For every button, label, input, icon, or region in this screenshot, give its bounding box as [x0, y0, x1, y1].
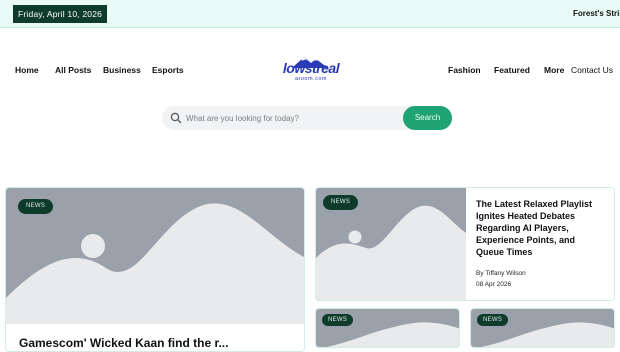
article-author[interactable]: By Tiffany Wilson	[476, 270, 526, 277]
nav-featured[interactable]: Featured	[494, 65, 530, 75]
date-badge: Friday, April 10, 2026	[13, 5, 108, 23]
search-bar: Search	[162, 106, 452, 130]
small-article-card[interactable]: NEWS	[315, 308, 460, 348]
site-logo[interactable]: lowstreal aroom.com	[280, 55, 342, 85]
search-icon	[170, 112, 182, 124]
top-bar: Friday, April 10, 2026 Forest's Strike	[0, 0, 620, 28]
nav-all-posts[interactable]: All Posts	[55, 65, 91, 75]
news-ticker[interactable]: Forest's Strike	[573, 9, 620, 18]
news-tag[interactable]: NEWS	[323, 195, 359, 210]
small-article-card[interactable]: NEWS	[470, 308, 615, 348]
nav-business[interactable]: Business	[103, 65, 141, 75]
nav-esports[interactable]: Esports	[152, 65, 184, 75]
main-article-card[interactable]: NEWS	[5, 187, 305, 352]
news-tag[interactable]: NEWS	[477, 314, 509, 326]
article-date: 08 Apr 2026	[476, 281, 512, 288]
logo-subtext: aroom.com	[294, 76, 327, 82]
featured-article-title[interactable]: The Latest Relaxed Playlist Ignites Heat…	[476, 198, 602, 258]
main-article-title[interactable]: Gamescom' Wicked Kaan find the r...	[19, 336, 289, 350]
news-tag[interactable]: NEWS	[322, 314, 354, 326]
search-input[interactable]	[186, 110, 396, 126]
search-button[interactable]: Search	[403, 106, 452, 130]
news-tag[interactable]: NEWS	[18, 199, 54, 214]
logo-text: lowstreal	[282, 60, 340, 76]
nav-more[interactable]: More	[544, 65, 564, 75]
nav-fashion[interactable]: Fashion	[448, 65, 481, 75]
nav-home[interactable]: Home	[15, 65, 39, 75]
nav-contact-us[interactable]: Contact Us	[571, 65, 613, 75]
